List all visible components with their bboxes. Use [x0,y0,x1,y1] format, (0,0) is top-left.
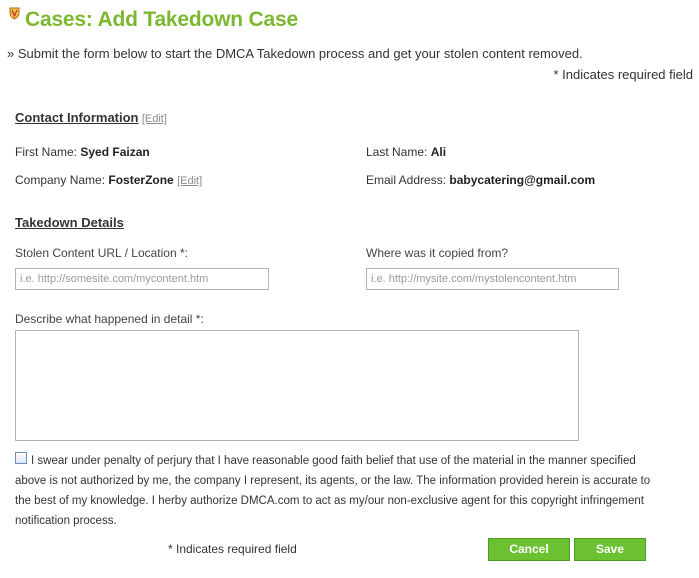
email-field: Email Address: babycatering@gmail.com [366,173,595,187]
contact-edit-link[interactable]: [Edit] [142,113,167,125]
stolen-url-input[interactable] [15,268,269,290]
last-name-label: Last Name: [366,145,428,159]
first-name-field: First Name: Syed Faizan [15,145,150,159]
last-name-value: Ali [430,145,447,159]
cancel-button[interactable]: Cancel [488,538,570,561]
company-edit-link[interactable]: [Edit] [177,175,202,187]
email-value: babycatering@gmail.com [449,173,596,187]
describe-label: Describe what happened in detail *: [15,312,204,326]
contact-section-title: Contact Information [15,110,139,125]
takedown-section-title: Takedown Details [15,215,124,230]
first-name-value: Syed Faizan [80,145,150,159]
required-field-note: * Indicates required field [553,67,693,82]
shield-icon [9,7,20,20]
copied-from-input[interactable] [366,268,619,290]
company-name-value: FosterZone [108,173,174,187]
copied-from-label: Where was it copied from? [366,246,509,260]
email-label: Email Address: [366,173,447,187]
contact-section-header: Contact Information [Edit] [15,110,167,125]
company-name-label: Company Name: [15,173,106,187]
required-field-note-bottom: * Indicates required field [168,542,297,556]
page-title: Cases: Add Takedown Case [25,8,298,31]
stolen-url-label: Stolen Content URL / Location *: [15,246,188,260]
save-button[interactable]: Save [574,538,646,561]
first-name-label: First Name: [15,145,78,159]
intro-text: » Submit the form below to start the DMC… [7,46,583,61]
last-name-field: Last Name: Ali [366,145,446,159]
perjury-statement: I swear under penalty of perjury that I … [15,455,651,527]
company-name-field: Company Name: FosterZone [Edit] [15,173,202,187]
describe-textarea[interactable] [15,330,579,441]
